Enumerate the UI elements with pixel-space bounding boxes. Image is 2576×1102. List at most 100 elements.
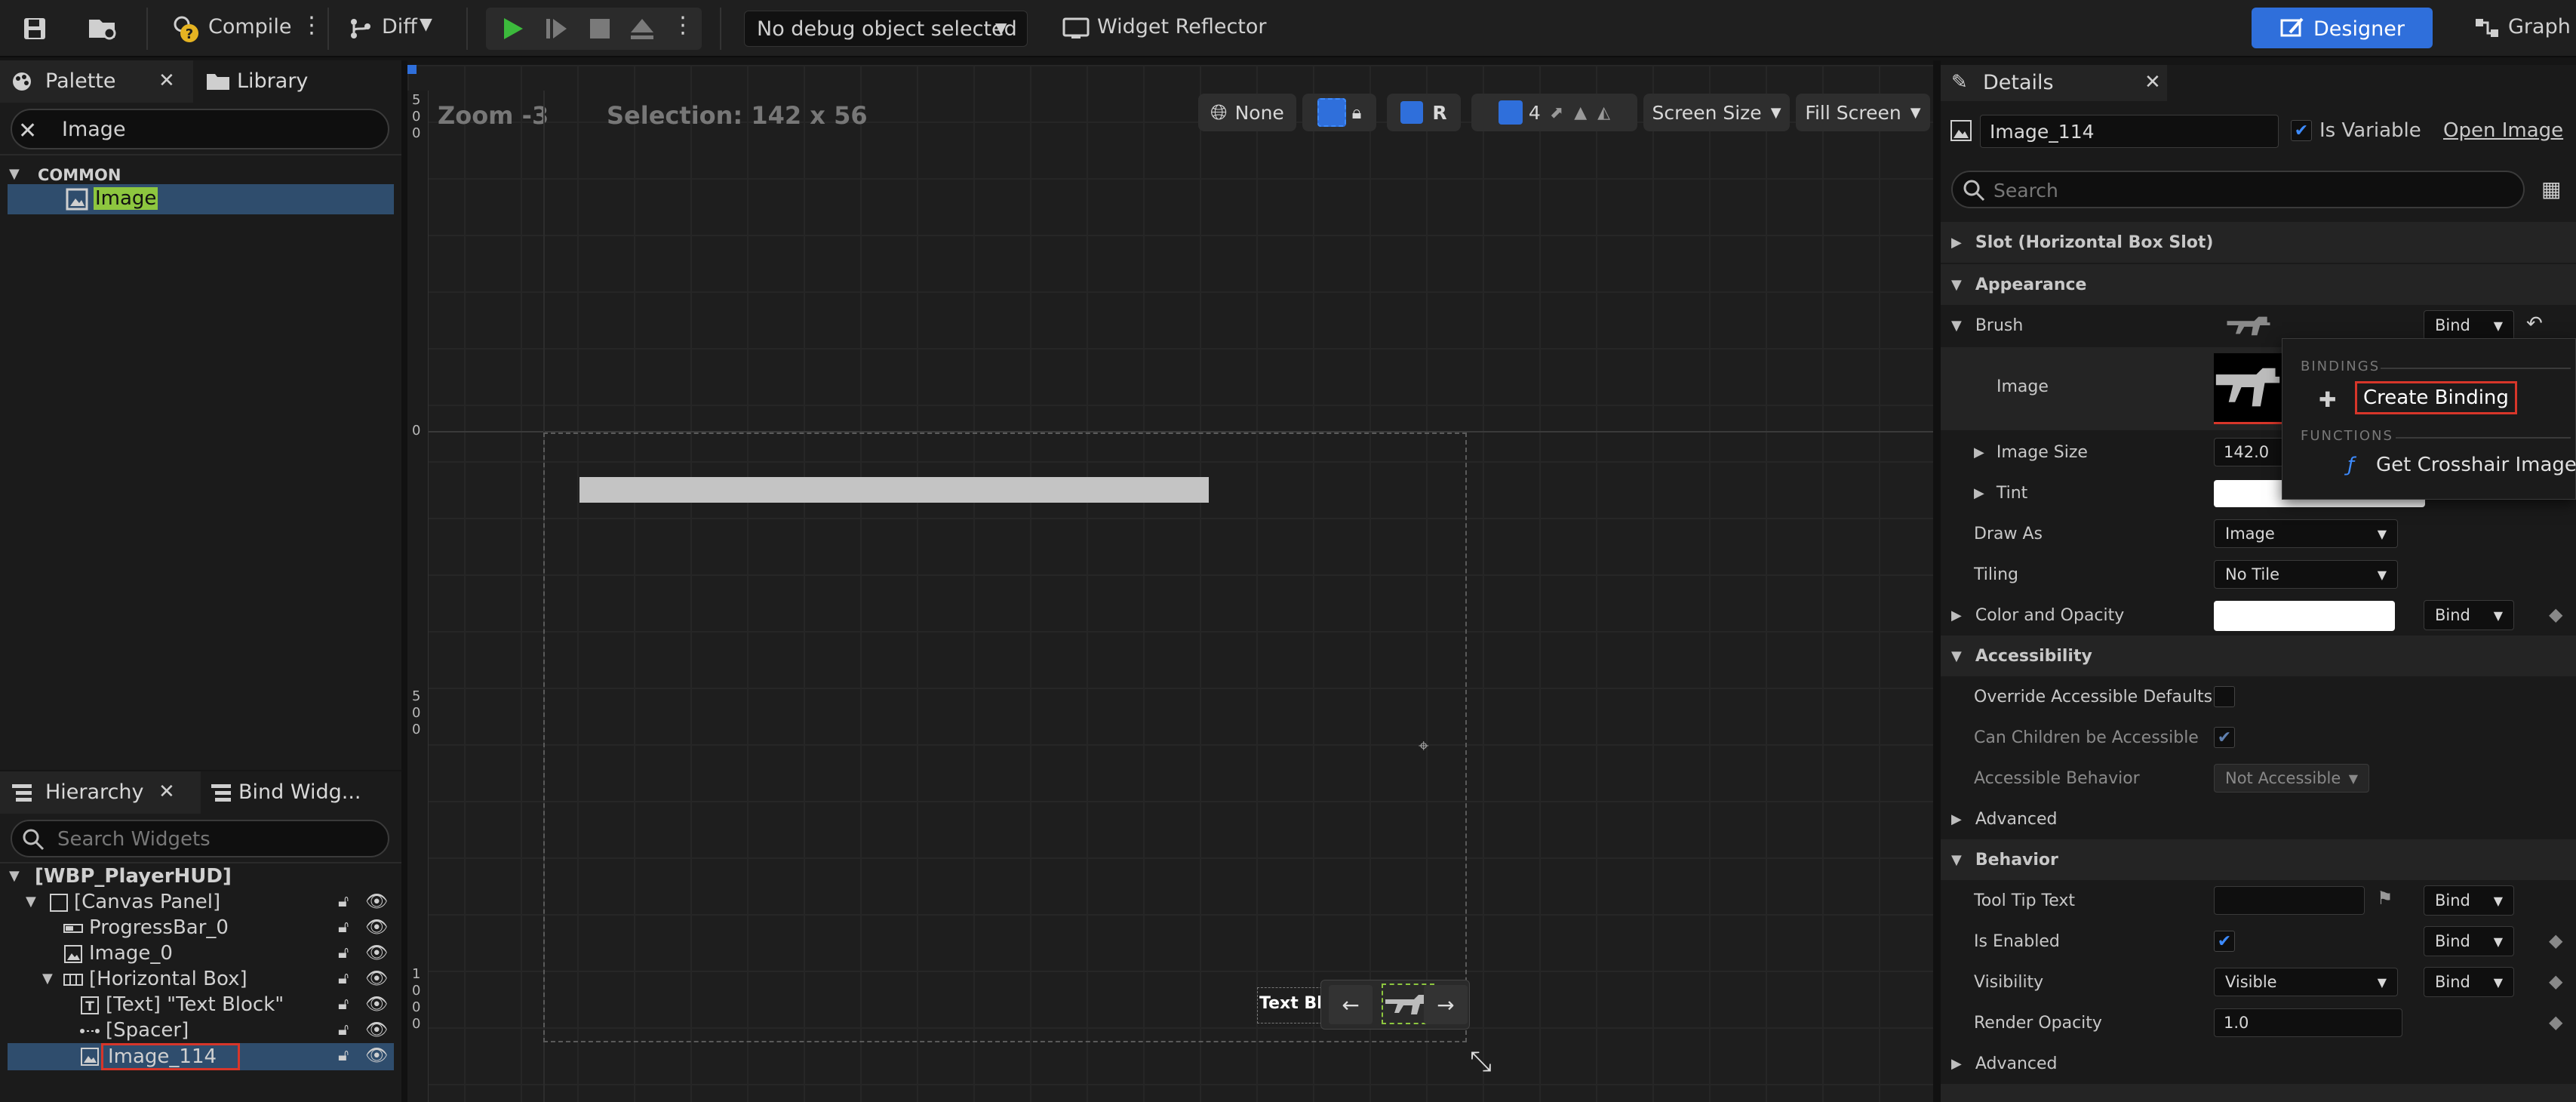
eye-icon[interactable]: 👁︎ bbox=[365, 942, 388, 963]
lock-icon[interactable]: 🔓︎ bbox=[338, 1046, 349, 1065]
browse-icon[interactable] bbox=[85, 14, 122, 44]
stop-icon[interactable] bbox=[581, 12, 619, 45]
eye-icon[interactable]: 👁︎ bbox=[365, 916, 388, 937]
designer-mode-button[interactable]: Designer bbox=[2252, 8, 2433, 48]
function-item-get-crosshair[interactable]: Get Crosshair Image bbox=[2376, 454, 2576, 476]
table-view-icon[interactable]: ▦ bbox=[2541, 177, 2561, 202]
add-keyframe-icon[interactable]: ◆ bbox=[2549, 930, 2562, 951]
tree-item-root[interactable]: ▼ [WBP_PlayerHUD] bbox=[0, 863, 401, 889]
tree-item-image-0[interactable]: Image_0 🔓︎ 👁︎ bbox=[0, 940, 401, 966]
close-icon[interactable]: ✕ bbox=[158, 69, 175, 92]
flag-icon[interactable]: ⚑ bbox=[2377, 888, 2393, 909]
tab-library[interactable]: Library bbox=[196, 60, 401, 103]
reset-icon[interactable]: ↶ bbox=[2526, 312, 2543, 335]
section-behavior[interactable]: ▼ Behavior bbox=[1941, 839, 2576, 880]
image-preview-icon[interactable]: ▲ bbox=[1574, 103, 1587, 122]
prop-advanced-accessibility[interactable]: ▶ Advanced bbox=[1941, 799, 2576, 839]
play-options-icon[interactable]: ⋮ bbox=[672, 12, 694, 38]
compile-status-icon[interactable]: ? bbox=[171, 12, 202, 45]
screen-size-dropdown[interactable]: Screen Size ▼ bbox=[1643, 94, 1790, 131]
eye-icon[interactable]: 👁︎ bbox=[365, 1019, 388, 1040]
create-binding-item[interactable]: Create Binding bbox=[2355, 381, 2517, 414]
layout-icon[interactable] bbox=[1400, 101, 1424, 124]
is-enabled-checkbox[interactable]: ✔ bbox=[2214, 931, 2235, 952]
widget-name-input[interactable]: Image_114 bbox=[1980, 115, 2279, 148]
eye-icon[interactable]: 👁︎ bbox=[365, 891, 388, 912]
open-image-link[interactable]: Open Image bbox=[2443, 119, 2563, 142]
tree-item-horizontal-box[interactable]: ▼ [Horizontal Box] 🔓︎ 👁︎ bbox=[0, 966, 401, 992]
mirror-icon[interactable]: ◭ bbox=[1597, 103, 1610, 122]
override-accessible-checkbox[interactable] bbox=[2214, 686, 2235, 707]
close-icon[interactable]: ✕ bbox=[158, 780, 175, 803]
lock-icon[interactable]: 🔓︎ bbox=[338, 969, 349, 988]
localization-preview-button[interactable]: 🌐︎ None bbox=[1198, 94, 1296, 131]
move-right-button[interactable]: → bbox=[1424, 985, 1468, 1024]
details-search-input[interactable]: Search bbox=[1951, 171, 2525, 208]
debug-object-select[interactable]: No debug object selected ▼ bbox=[744, 11, 1028, 47]
tab-palette[interactable]: Palette ✕ bbox=[0, 60, 193, 103]
fill-screen-dropdown[interactable]: Fill Screen ▼ bbox=[1796, 94, 1930, 131]
tree-item-canvas-panel[interactable]: ▼ [Canvas Panel] 🔓︎ 👁︎ bbox=[0, 889, 401, 915]
eject-icon[interactable] bbox=[623, 12, 661, 45]
add-keyframe-icon[interactable]: ◆ bbox=[2549, 1011, 2562, 1033]
tooltip-input[interactable] bbox=[2214, 886, 2365, 915]
compile-button[interactable]: Compile bbox=[208, 15, 291, 38]
tab-details[interactable]: ✎ Details ✕ bbox=[1941, 65, 2167, 101]
selection-marquee-icon[interactable] bbox=[1317, 98, 1346, 127]
graph-mode-button[interactable]: Graph bbox=[2508, 15, 2571, 38]
lock-icon[interactable]: 🔓︎ bbox=[338, 918, 349, 937]
section-accessibility[interactable]: ▼ Accessibility bbox=[1941, 636, 2576, 676]
grid-icon[interactable] bbox=[1498, 100, 1523, 125]
color-bind-dropdown[interactable]: Bind ▼ bbox=[2424, 600, 2514, 630]
section-appearance[interactable]: ▼ Appearance bbox=[1941, 264, 2576, 305]
step-icon[interactable] bbox=[537, 12, 575, 45]
palette-search-input[interactable]: ✕ Image bbox=[11, 109, 389, 149]
hierarchy-search-input[interactable]: Search Widgets bbox=[11, 820, 389, 857]
children-accessible-checkbox[interactable]: ✔ bbox=[2214, 727, 2235, 748]
widget-reflector-button[interactable]: Widget Reflector bbox=[1097, 15, 1267, 38]
section-slot[interactable]: ▶ Slot (Horizontal Box Slot) bbox=[1941, 222, 2576, 263]
eye-icon[interactable]: 👁︎ bbox=[365, 993, 388, 1014]
add-keyframe-icon[interactable]: ◆ bbox=[2549, 604, 2562, 625]
color-opacity-swatch[interactable] bbox=[2214, 601, 2395, 631]
tree-item-image-114[interactable]: Image_114 🔓︎ 👁︎ bbox=[8, 1043, 394, 1070]
section-render-transform[interactable] bbox=[1941, 1084, 2576, 1102]
lock-icon[interactable]: 🔓︎ bbox=[338, 1020, 349, 1039]
clear-search-icon[interactable]: ✕ bbox=[18, 118, 37, 144]
progress-bar-preview[interactable] bbox=[579, 477, 1209, 503]
play-icon[interactable] bbox=[493, 12, 531, 45]
accessible-behavior-dropdown[interactable]: Not Accessible ▼ bbox=[2214, 764, 2369, 793]
brush-bind-dropdown[interactable]: Bind ▼ bbox=[2424, 310, 2514, 340]
eye-icon[interactable]: 👁︎ bbox=[365, 968, 388, 989]
eye-icon[interactable]: 👁︎ bbox=[365, 1045, 388, 1066]
render-opacity-input[interactable]: 1.0 bbox=[2214, 1008, 2402, 1037]
visibility-dropdown[interactable]: Visible ▼ bbox=[2214, 968, 2398, 996]
tree-item-text-block[interactable]: T [Text] "Text Block" 🔓︎ 👁︎ bbox=[0, 992, 401, 1017]
add-keyframe-icon[interactable]: ◆ bbox=[2549, 971, 2562, 992]
image-size-input[interactable]: 142.0 bbox=[2214, 438, 2289, 466]
lock-icon[interactable]: 🔓︎ bbox=[338, 995, 349, 1014]
palette-item-image[interactable]: Image bbox=[8, 184, 394, 214]
chevron-down-icon[interactable]: ▼ bbox=[420, 15, 432, 34]
lock-icon[interactable]: 🔒︎ bbox=[1352, 102, 1362, 123]
pointer-icon[interactable]: ⬈ bbox=[1550, 103, 1563, 122]
tab-hierarchy[interactable]: Hierarchy ✕ bbox=[0, 771, 201, 814]
tooltip-bind-dropdown[interactable]: Bind ▼ bbox=[2424, 885, 2514, 916]
tab-bind-widgets[interactable]: Bind Widg... bbox=[204, 771, 401, 814]
tiling-dropdown[interactable]: No Tile ▼ bbox=[2214, 560, 2398, 589]
lock-icon[interactable]: 🔓︎ bbox=[338, 892, 349, 911]
prop-advanced-behavior[interactable]: ▶ Advanced bbox=[1941, 1043, 2576, 1084]
respect-locks-button[interactable]: R bbox=[1432, 102, 1446, 124]
save-icon[interactable] bbox=[20, 14, 50, 44]
grid-snap-value[interactable]: 4 bbox=[1529, 102, 1541, 124]
diff-button[interactable]: Diff bbox=[382, 15, 417, 38]
compile-options-icon[interactable]: ⋮ bbox=[300, 12, 323, 38]
is-variable-checkbox[interactable]: ✔ bbox=[2291, 120, 2312, 141]
image-asset-thumbnail[interactable] bbox=[2214, 353, 2282, 424]
lock-icon[interactable]: 🔓︎ bbox=[338, 943, 349, 962]
close-icon[interactable]: ✕ bbox=[2144, 71, 2161, 94]
text-block-preview[interactable]: Text Blo bbox=[1257, 987, 1334, 1024]
enabled-bind-dropdown[interactable]: Bind ▼ bbox=[2424, 926, 2514, 956]
designer-canvas[interactable]: 500 0 500 1000 Zoom -3 Selection: 142 x … bbox=[407, 65, 1933, 1102]
tree-item-spacer[interactable]: [Spacer] 🔓︎ 👁︎ bbox=[0, 1017, 401, 1043]
